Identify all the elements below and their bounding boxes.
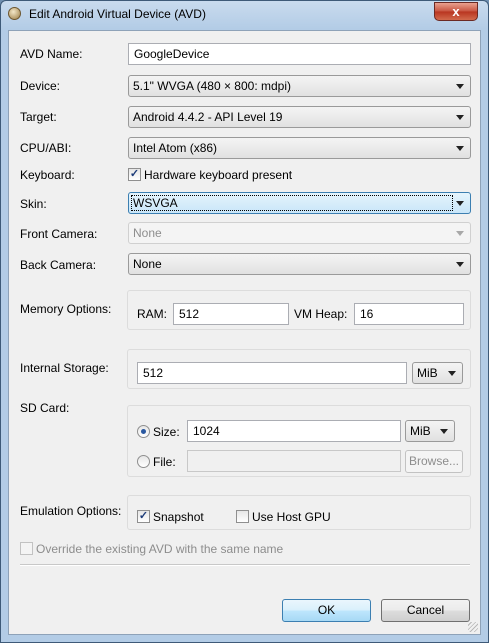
back-camera-select[interactable]: None bbox=[128, 253, 471, 275]
device-label: Device: bbox=[20, 79, 61, 93]
emulation-options-group: ✓ Snapshot Use Host GPU bbox=[127, 495, 471, 530]
cpu-abi-select[interactable]: Intel Atom (x86) bbox=[128, 137, 471, 159]
sd-card-label: SD Card: bbox=[20, 401, 70, 415]
back-camera-label: Back Camera: bbox=[20, 258, 97, 272]
internal-storage-group: MiB bbox=[127, 349, 471, 389]
chevron-down-icon bbox=[456, 146, 464, 151]
sd-size-unit-select[interactable]: MiB bbox=[405, 420, 455, 442]
browse-button: Browse... bbox=[405, 450, 463, 473]
sd-size-input[interactable] bbox=[187, 420, 401, 442]
override-label: Override the existing AVD with the same … bbox=[36, 542, 284, 556]
target-label: Target: bbox=[20, 110, 57, 124]
skin-value: WSVGA bbox=[131, 195, 453, 211]
emulation-options-label: Emulation Options: bbox=[20, 504, 122, 518]
resize-grip-icon[interactable] bbox=[468, 622, 478, 632]
device-value: 5.1" WVGA (480 × 800: mdpi) bbox=[133, 79, 292, 93]
ram-input[interactable] bbox=[173, 303, 289, 325]
vm-heap-input[interactable] bbox=[354, 303, 464, 325]
target-select[interactable]: Android 4.4.2 - API Level 19 bbox=[128, 106, 471, 128]
front-camera-select: None bbox=[128, 222, 471, 244]
cpu-abi-label: CPU/ABI: bbox=[20, 141, 72, 155]
use-host-gpu-label: Use Host GPU bbox=[252, 510, 331, 524]
internal-storage-label: Internal Storage: bbox=[20, 361, 109, 375]
chevron-down-icon bbox=[456, 201, 464, 206]
cpu-abi-value: Intel Atom (x86) bbox=[133, 141, 218, 155]
internal-storage-unit: MiB bbox=[417, 366, 438, 380]
dialog-window: Edit Android Virtual Device (AVD) x AVD … bbox=[0, 0, 489, 643]
avd-name-input[interactable] bbox=[128, 43, 471, 65]
chevron-down-icon bbox=[456, 262, 464, 267]
internal-storage-unit-select[interactable]: MiB bbox=[412, 362, 463, 384]
hardware-keyboard-label: Hardware keyboard present bbox=[144, 168, 293, 182]
hardware-keyboard-checkbox[interactable]: ✓ bbox=[128, 168, 141, 181]
front-camera-label: Front Camera: bbox=[20, 227, 98, 241]
memory-options-group: RAM: VM Heap: bbox=[127, 290, 471, 330]
device-select[interactable]: 5.1" WVGA (480 × 800: mdpi) bbox=[128, 75, 471, 97]
chevron-down-icon bbox=[456, 84, 464, 89]
avd-name-label: AVD Name: bbox=[20, 47, 83, 61]
ok-button[interactable]: OK bbox=[282, 599, 371, 622]
internal-storage-input[interactable] bbox=[137, 362, 407, 384]
chevron-down-icon bbox=[440, 429, 448, 434]
keyboard-label: Keyboard: bbox=[20, 168, 75, 182]
sd-size-unit: MiB bbox=[410, 424, 431, 438]
title-bar[interactable]: Edit Android Virtual Device (AVD) x bbox=[1, 1, 488, 27]
back-camera-value: None bbox=[133, 257, 162, 271]
sd-file-radio[interactable] bbox=[137, 455, 150, 468]
skin-select[interactable]: WSVGA bbox=[128, 192, 471, 214]
target-value: Android 4.4.2 - API Level 19 bbox=[133, 110, 283, 124]
snapshot-checkbox[interactable]: ✓ bbox=[137, 510, 150, 523]
sd-size-label: Size: bbox=[153, 425, 180, 439]
ram-label: RAM: bbox=[137, 307, 167, 321]
skin-label: Skin: bbox=[20, 197, 47, 211]
cancel-button[interactable]: Cancel bbox=[381, 599, 470, 622]
use-host-gpu-checkbox[interactable] bbox=[236, 510, 249, 523]
chevron-down-icon bbox=[448, 371, 456, 376]
dialog-body: AVD Name: Device: 5.1" WVGA (480 × 800: … bbox=[8, 30, 481, 635]
snapshot-label: Snapshot bbox=[153, 510, 204, 524]
close-button[interactable]: x bbox=[434, 2, 478, 21]
memory-options-label: Memory Options: bbox=[20, 302, 112, 316]
override-checkbox bbox=[20, 542, 33, 555]
sd-file-label: File: bbox=[153, 455, 176, 469]
sd-card-group: Size: MiB File: Browse... bbox=[127, 405, 471, 477]
chevron-down-icon bbox=[456, 115, 464, 120]
separator bbox=[20, 564, 470, 566]
front-camera-value: None bbox=[133, 226, 162, 240]
chevron-down-icon bbox=[456, 231, 464, 236]
app-icon bbox=[8, 7, 21, 20]
sd-file-input bbox=[187, 450, 401, 472]
sd-size-radio[interactable] bbox=[137, 425, 150, 438]
window-title: Edit Android Virtual Device (AVD) bbox=[29, 7, 206, 21]
vm-heap-label: VM Heap: bbox=[294, 307, 348, 321]
